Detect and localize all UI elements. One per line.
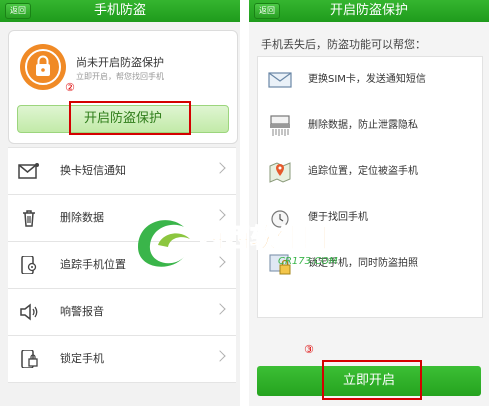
envelope-icon [268,68,292,92]
chevron-right-icon [214,303,226,315]
status-subtext: 立即开启，帮您找回手机 [76,72,164,81]
menu-item-label: 响警报音 [60,305,104,318]
left-screen: 返回 手机防盗 尚未开启防盗保护 立即开启，帮您找回手机 ② 开启防盗保护 换卡… [0,0,240,406]
menu-item-lock-phone[interactable]: 锁定手机 [8,336,236,383]
menu-item-label: 锁定手机 [60,352,104,365]
feature-label: 删除数据，防止泄露隐私 [308,120,418,131]
lock-shield-icon [20,44,66,90]
feature-label: 追踪位置，定位被盗手机 [308,166,418,177]
highlight-box [322,360,422,400]
speaker-icon [18,303,40,321]
right-screen: 返回 开启防盗保护 手机丢失后，防盗功能可以帮您： 更换SIM卡，发送通知短信 … [249,0,489,406]
top-bar: 返回 手机防盗 [0,0,240,22]
feature-label: 更换SIM卡，发送通知短信 [308,74,426,85]
phone-lock-icon [18,349,40,369]
map-pin-icon [268,160,292,184]
feature-item: 追踪位置，定位被盗手机 [258,149,482,195]
highlight-box [69,101,191,135]
step-marker-3: ③ [304,343,314,356]
sms-envelope-icon [18,162,40,180]
watermark-text: 西西软件园 [198,224,328,254]
menu-item-label: 删除数据 [60,211,104,224]
feature-item: 删除数据，防止泄露隐私 [258,103,482,149]
top-bar: 返回 开启防盗保护 [249,0,489,22]
feature-item: 更换SIM卡，发送通知短信 [258,57,482,103]
chevron-right-icon [214,162,226,174]
feature-list: 更换SIM卡，发送通知短信 删除数据，防止泄露隐私 追踪位置，定位被盗手机 便于… [257,56,483,318]
protection-status-card: 尚未开启防盗保护 立即开启，帮您找回手机 ② 开启防盗保护 [8,30,238,144]
step-marker-2: ② [65,81,75,94]
phone-location-icon [18,255,40,275]
menu-item-sms-notify[interactable]: 换卡短信通知 [8,148,236,195]
watermark-subtext: CR173.COM [278,256,338,267]
menu-item-label: 追踪手机位置 [60,258,126,271]
status-text: 尚未开启防盗保护 [76,56,164,69]
trash-icon [18,209,40,227]
shredder-icon [268,114,292,138]
chevron-right-icon [214,350,226,362]
watermark-logo: 西西软件园 CR173.COM [128,209,360,273]
menu-item-alarm[interactable]: 响警报音 [8,289,236,336]
page-title: 开启防盗保护 [329,3,408,18]
menu-item-label: 换卡短信通知 [60,164,126,177]
page-title: 手机防盗 [93,3,146,18]
intro-text: 手机丢失后，防盗功能可以帮您： [261,38,426,51]
